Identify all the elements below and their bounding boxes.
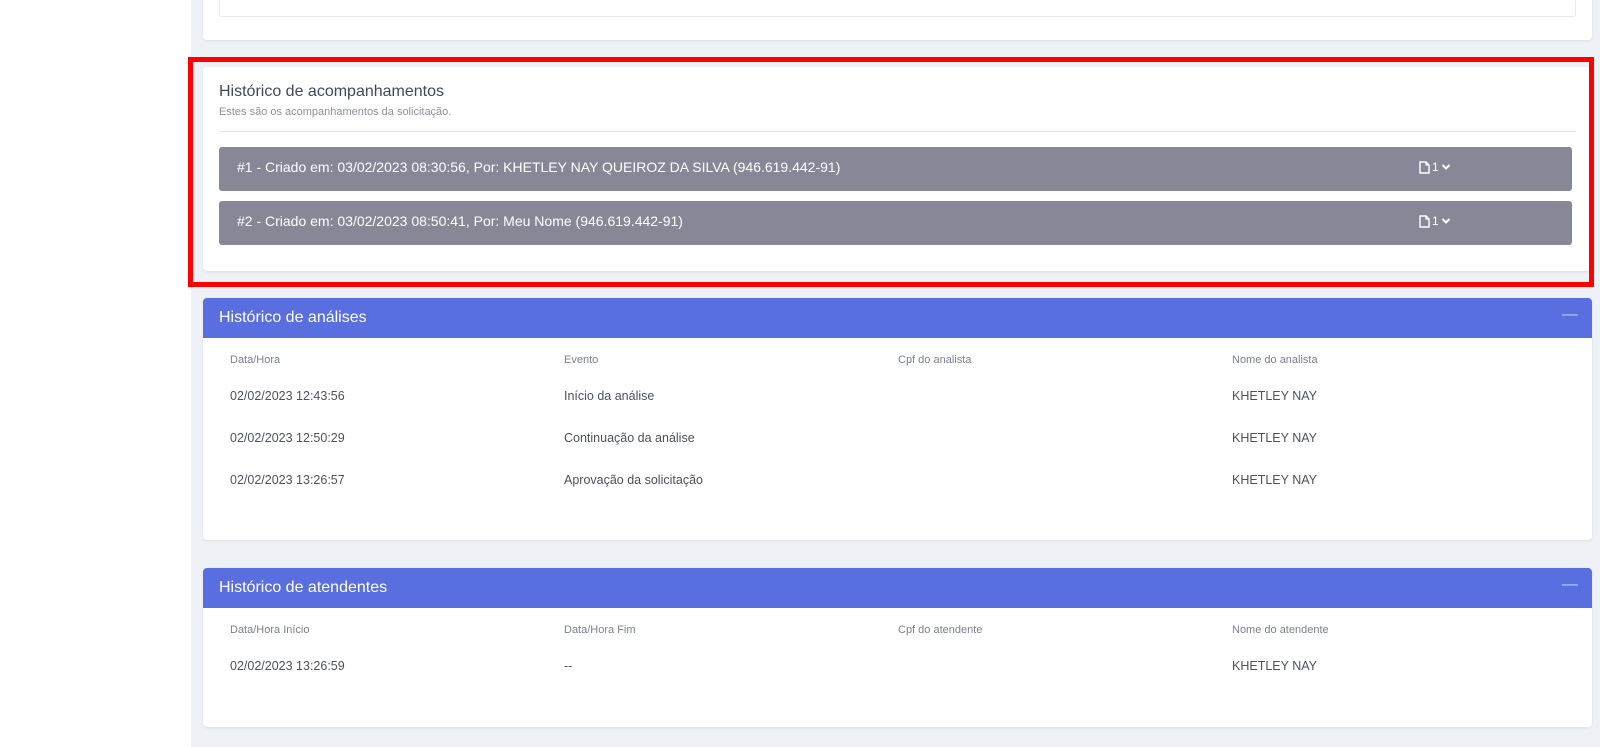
table-cell: 02/02/2023 13:26:57 [230,473,345,487]
sidebar [0,0,191,747]
table-row: 02/02/2023 12:43:56 Início da análise KH… [219,384,1576,426]
column-header: Nome do atendente [1232,624,1329,636]
table-cell: Início da análise [564,389,655,403]
table-cell: 02/02/2023 12:43:56 [230,389,345,403]
table-header-row: Data/Hora Evento Cpf do analista Nome do… [219,354,1576,384]
analises-title: Histórico de análises [219,309,367,326]
table-cell: Continuação da análise [564,431,695,445]
atendentes-title: Histórico de atendentes [219,579,388,596]
table-header-row: Data/Hora Início Data/Hora Fim Cpf do at… [219,624,1576,654]
table-cell [887,654,1221,696]
collapse-icon[interactable]: — [1562,576,1578,594]
table-cell: KHETLEY NAY [1232,473,1317,487]
atendentes-table: Data/Hora Início Data/Hora Fim Cpf do at… [219,624,1576,696]
column-header: Cpf do analista [898,354,972,366]
table-cell [887,426,1221,468]
previous-card-inner-box [219,0,1576,17]
table-cell: 02/02/2023 12:50:29 [230,431,345,445]
table-cell: Aprovação da solicitação [564,473,703,487]
table-cell: KHETLEY NAY [1232,431,1317,445]
analises-header[interactable]: Histórico de análises — [203,298,1592,338]
table-cell: KHETLEY NAY [1232,659,1317,673]
atendentes-panel: Histórico de atendentes — Data/Hora Iníc… [203,568,1592,727]
column-header: Data/Hora Início [230,624,310,636]
column-header: Nome do analista [1232,354,1318,366]
column-header: Evento [564,354,599,366]
column-header: Data/Hora [230,354,281,366]
table-cell [887,468,1221,510]
analises-table: Data/Hora Evento Cpf do analista Nome do… [219,354,1576,510]
collapse-icon[interactable]: — [1562,306,1578,324]
table-row: 02/02/2023 13:26:57 Aprovação da solicit… [219,468,1576,510]
table-cell: 02/02/2023 13:26:59 [230,659,345,673]
atendentes-header[interactable]: Histórico de atendentes — [203,568,1592,608]
highlight-box [188,57,1594,287]
table-row: 02/02/2023 12:50:29 Continuação da análi… [219,426,1576,468]
table-cell: KHETLEY NAY [1232,389,1317,403]
table-row: 02/02/2023 13:26:59 -- KHETLEY NAY [219,654,1576,696]
table-cell: -- [564,659,573,673]
table-cell [887,384,1221,426]
column-header: Cpf do atendente [898,624,983,636]
previous-card [203,0,1592,40]
analises-panel: Histórico de análises — Data/Hora Evento… [203,298,1592,540]
column-header: Data/Hora Fim [564,624,636,636]
